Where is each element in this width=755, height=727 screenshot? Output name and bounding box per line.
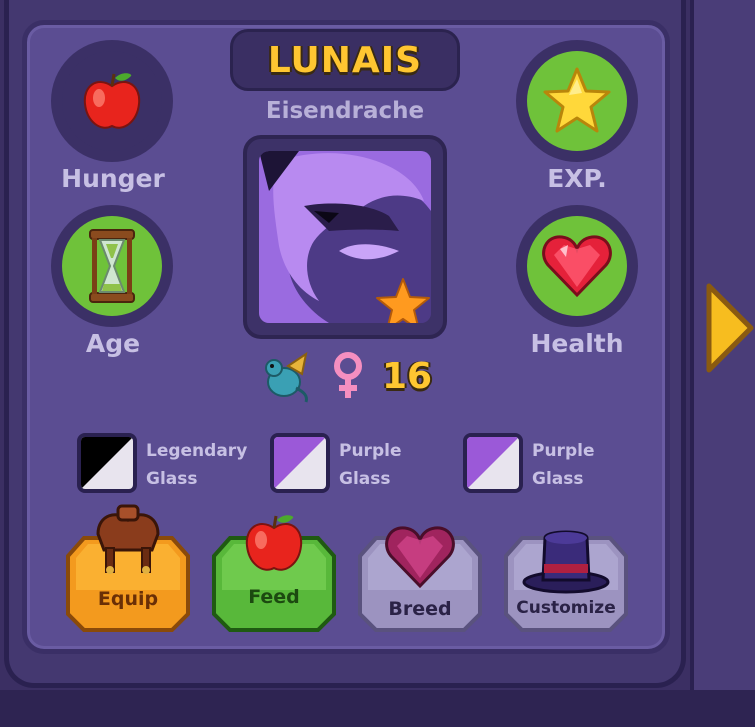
equip-button[interactable]: Equip — [66, 504, 190, 634]
female-symbol-icon — [334, 352, 362, 398]
material-label-1: Legendary Glass — [146, 437, 247, 493]
heart-gem-icon — [385, 526, 455, 589]
exp-button[interactable] — [516, 40, 638, 162]
feed-label: Feed — [248, 586, 300, 608]
pet-species: Eisendrache — [265, 98, 425, 124]
pet-name: LUNAIS — [267, 39, 423, 81]
health-label: Health — [530, 329, 624, 358]
chevron-right-icon[interactable] — [705, 282, 755, 374]
pet-name-plate: LUNAIS — [230, 29, 460, 91]
material-type-1: Glass — [146, 469, 198, 489]
material-swatch-3[interactable] — [463, 433, 523, 493]
swatch-fill — [467, 437, 519, 489]
breed-label: Breed — [388, 598, 452, 620]
customize-label: Customize — [516, 598, 616, 618]
equip-label: Equip — [97, 588, 159, 610]
material-label-2: Purple Glass — [339, 437, 401, 493]
material-type-2: Glass — [339, 469, 391, 489]
swatch-fill — [81, 437, 133, 489]
exp-label: EXP. — [547, 164, 607, 193]
dragon-icon — [265, 351, 308, 403]
apple-icon — [245, 515, 303, 571]
background-floor — [0, 690, 755, 727]
health-button[interactable] — [516, 205, 638, 327]
customize-button[interactable]: Customize — [504, 530, 628, 634]
material-name-1: Legendary — [146, 441, 248, 461]
hourglass-icon — [89, 229, 135, 303]
pet-level: 16 — [382, 355, 433, 397]
material-type-3: Glass — [532, 469, 584, 489]
hunger-label: Hunger — [61, 164, 165, 193]
saddle-icon — [96, 504, 160, 574]
swatch-fill — [274, 437, 326, 489]
pet-portrait[interactable] — [243, 135, 447, 339]
star-icon — [543, 67, 611, 133]
apple-icon — [83, 73, 141, 129]
rarity-star-icon — [376, 278, 430, 323]
feed-button[interactable]: Feed — [212, 515, 336, 634]
top-hat-icon — [522, 530, 610, 594]
age-button[interactable] — [51, 205, 173, 327]
material-name-2: Purple — [339, 441, 402, 461]
breed-button[interactable]: Breed — [358, 526, 482, 634]
hunger-button[interactable] — [51, 40, 173, 162]
material-swatch-1[interactable] — [77, 433, 137, 493]
heart-icon — [542, 235, 612, 298]
material-label-3: Purple Glass — [532, 437, 594, 493]
pet-info-row: 16 — [258, 348, 432, 404]
material-name-3: Purple — [532, 441, 595, 461]
age-label: Age — [85, 329, 141, 358]
material-swatch-2[interactable] — [270, 433, 330, 493]
